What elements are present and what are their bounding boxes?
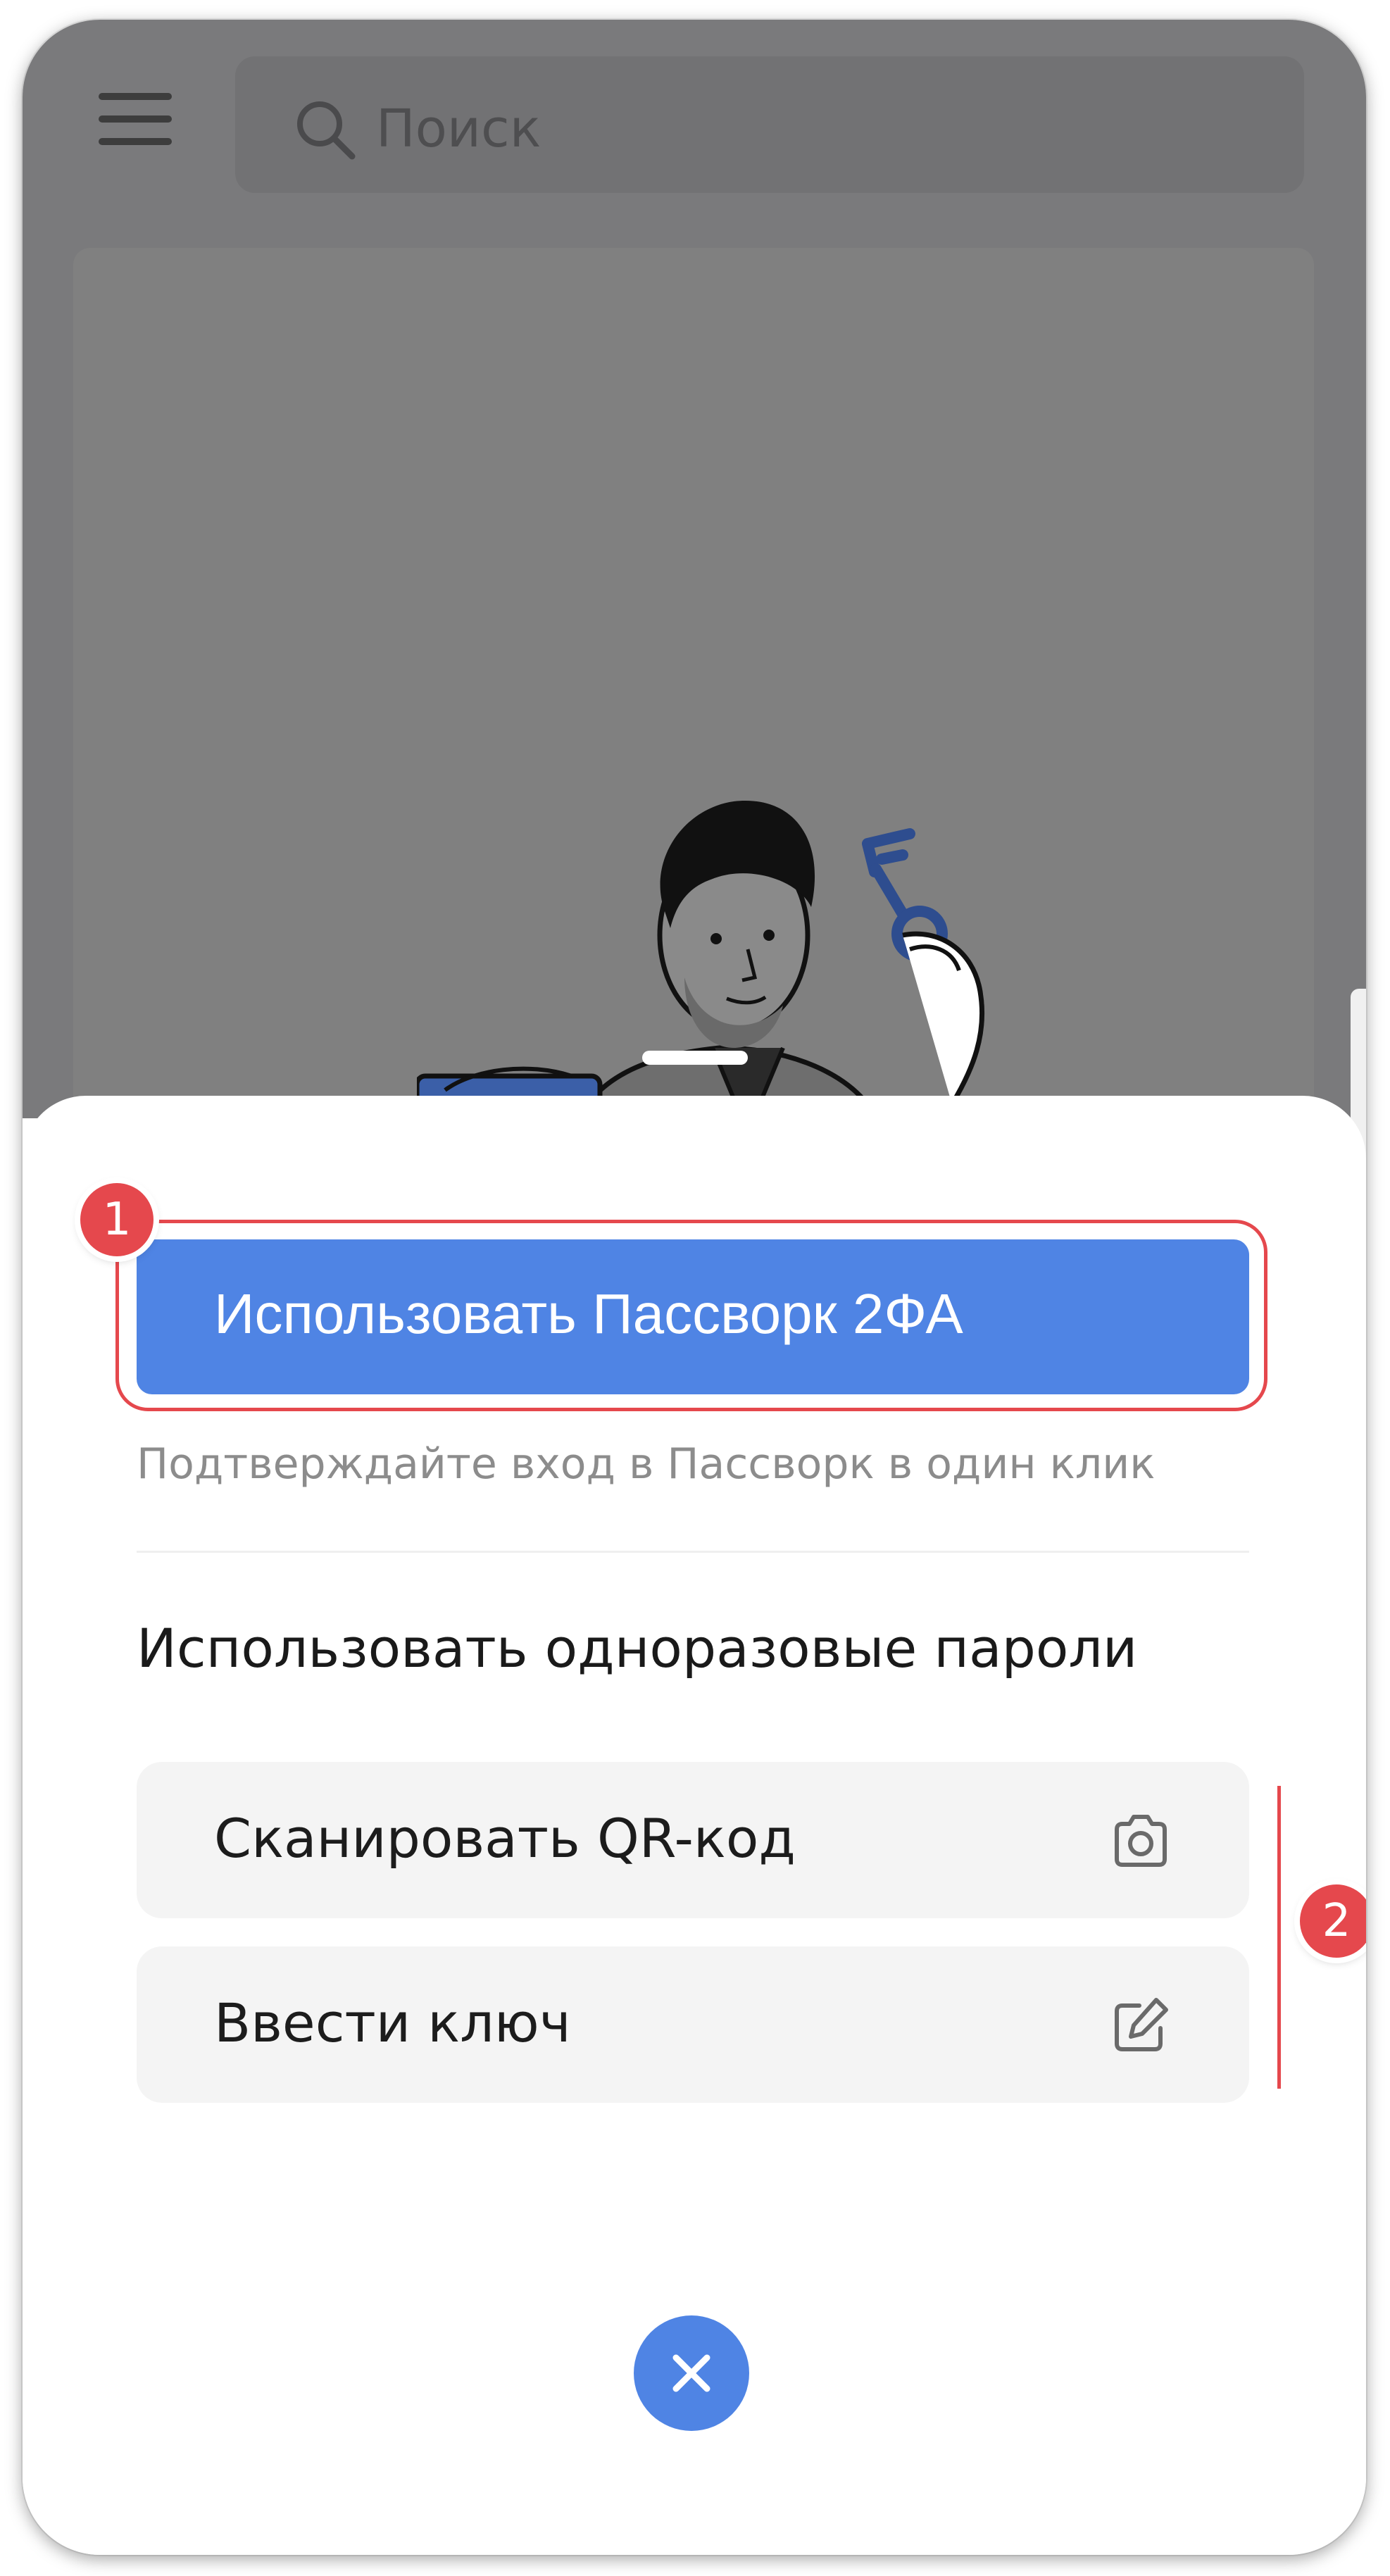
man-with-key-illustration [417,801,985,1132]
search-placeholder: Поиск [376,99,541,159]
close-button[interactable] [634,2315,749,2431]
annotation-badge-1: 1 [80,1183,154,1256]
passwork-2fa-hint: Подтверждайте вход в Пассворк в один кли… [137,1439,1156,1489]
scan-qr-option[interactable]: Сканировать QR-код [137,1762,1249,1918]
bottom-sheet: Использовать Пассворк 2ФА 1 Подтверждайт… [23,1096,1366,2555]
phone-frame: Поиск Использовать Пассворк 2ФА 1 Подтве… [23,20,1366,2555]
annotation-bracket-2 [1277,1786,1281,2089]
use-passwork-2fa-button[interactable]: Использовать Пассворк 2ФА [137,1239,1249,1394]
enter-key-option[interactable]: Ввести ключ [137,1946,1249,2103]
edit-icon [1115,1998,1168,2051]
search-bar[interactable]: Поиск [235,56,1304,193]
divider [137,1551,1249,1553]
scan-qr-label: Сканировать QR-код [214,1807,796,1870]
enter-key-label: Ввести ключ [214,1992,571,2054]
annotation-badge-2: 2 [1300,1884,1366,1958]
one-time-passwords-title: Использовать одноразовые пароли [137,1617,1138,1680]
sheet-grabber[interactable] [642,1051,748,1065]
background-overlay[interactable]: Поиск [23,20,1366,1234]
menu-icon[interactable] [99,86,175,154]
camera-icon [1115,1815,1167,1867]
search-icon [297,101,356,160]
use-passwork-2fa-label: Использовать Пассворк 2ФА [214,1282,963,1345]
close-icon [672,2354,710,2392]
